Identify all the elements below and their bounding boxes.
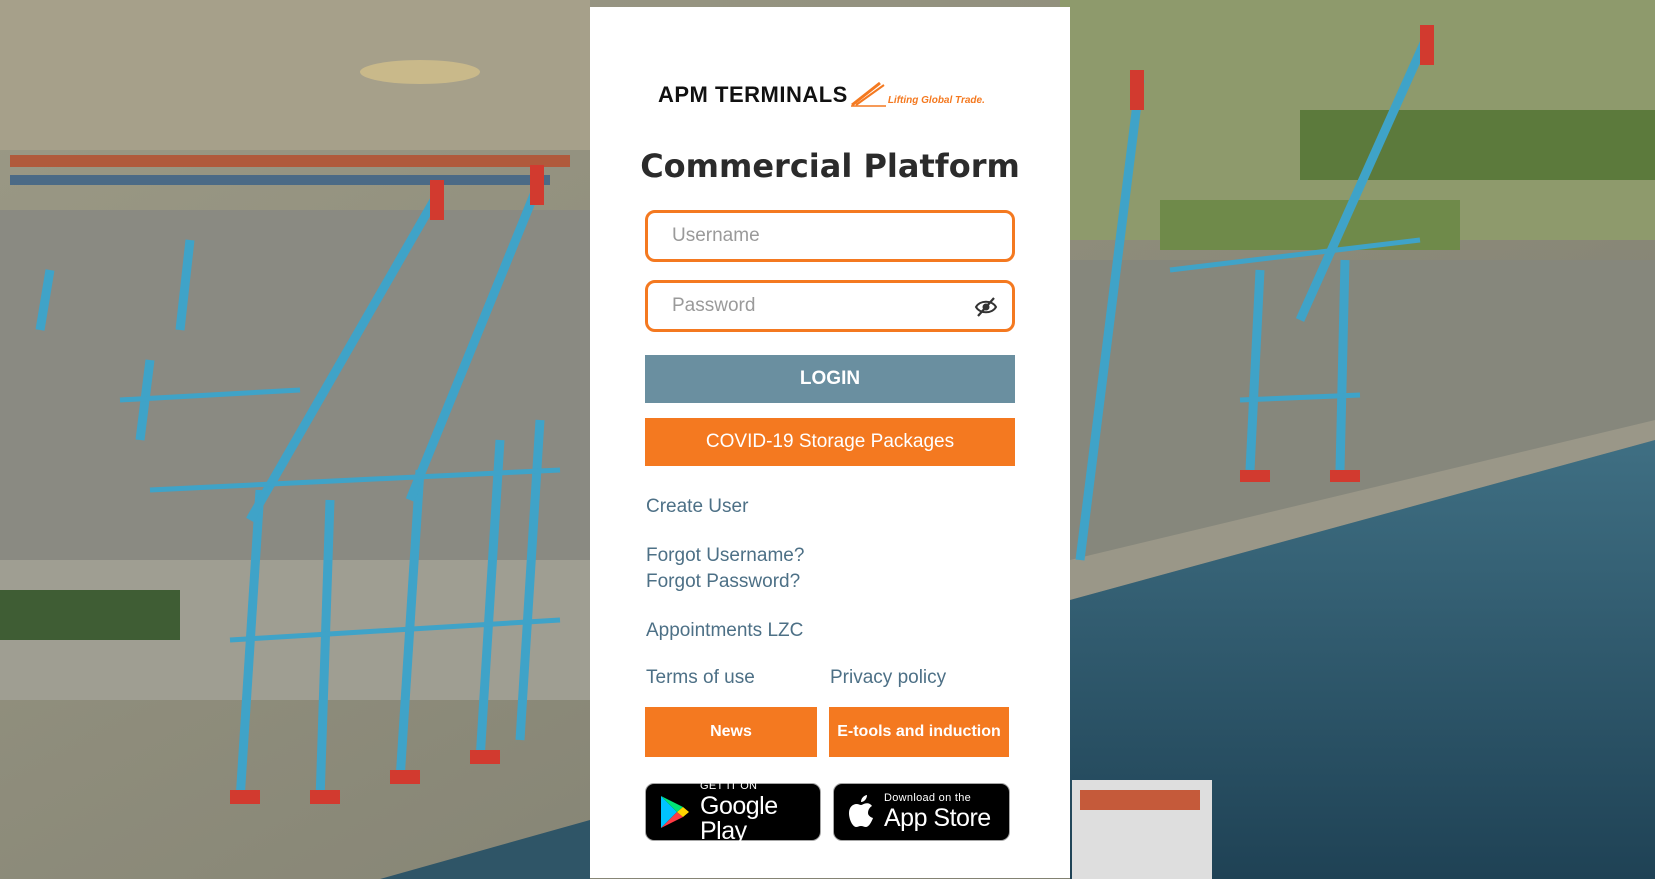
username-field-wrapper [645, 210, 1015, 262]
page-title: Commercial Platform [640, 147, 1020, 185]
forgot-password-link[interactable]: Forgot Password? [646, 571, 800, 593]
username-input[interactable] [648, 213, 1012, 259]
app-store-big-text: App Store [884, 804, 991, 832]
news-button[interactable]: News [645, 707, 817, 757]
apm-terminals-logo: APM TERMINALS Lifting Global Trade. [658, 81, 985, 108]
login-button[interactable]: LOGIN [645, 355, 1015, 403]
appointments-lzc-link[interactable]: Appointments LZC [646, 620, 803, 642]
app-store-small-text: Download on the [884, 792, 972, 804]
eye-slash-icon[interactable] [974, 296, 998, 318]
e-tools-induction-button[interactable]: E-tools and induction [829, 707, 1009, 757]
google-play-badge[interactable]: GET IT ON Google Play [645, 779, 821, 845]
password-field-wrapper [645, 280, 1015, 332]
covid-storage-packages-button[interactable]: COVID-19 Storage Packages [645, 418, 1015, 466]
password-input[interactable] [648, 283, 1012, 329]
logo-text: APM TERMINALS [658, 82, 848, 107]
login-card: APM TERMINALS Lifting Global Trade. Comm… [590, 7, 1070, 878]
google-play-big-text: Google Play [700, 791, 778, 845]
app-store-badge[interactable]: Download on the App Store [833, 783, 1010, 841]
logo-swoosh-icon [850, 81, 886, 107]
create-user-link[interactable]: Create User [646, 496, 748, 518]
terms-of-use-link[interactable]: Terms of use [646, 667, 755, 689]
privacy-policy-link[interactable]: Privacy policy [830, 667, 946, 689]
google-play-icon [661, 796, 689, 828]
forgot-username-link[interactable]: Forgot Username? [646, 545, 804, 567]
google-play-small-text: GET IT ON [700, 779, 758, 792]
logo-tagline: Lifting Global Trade. [887, 95, 985, 106]
apple-icon [849, 795, 873, 827]
